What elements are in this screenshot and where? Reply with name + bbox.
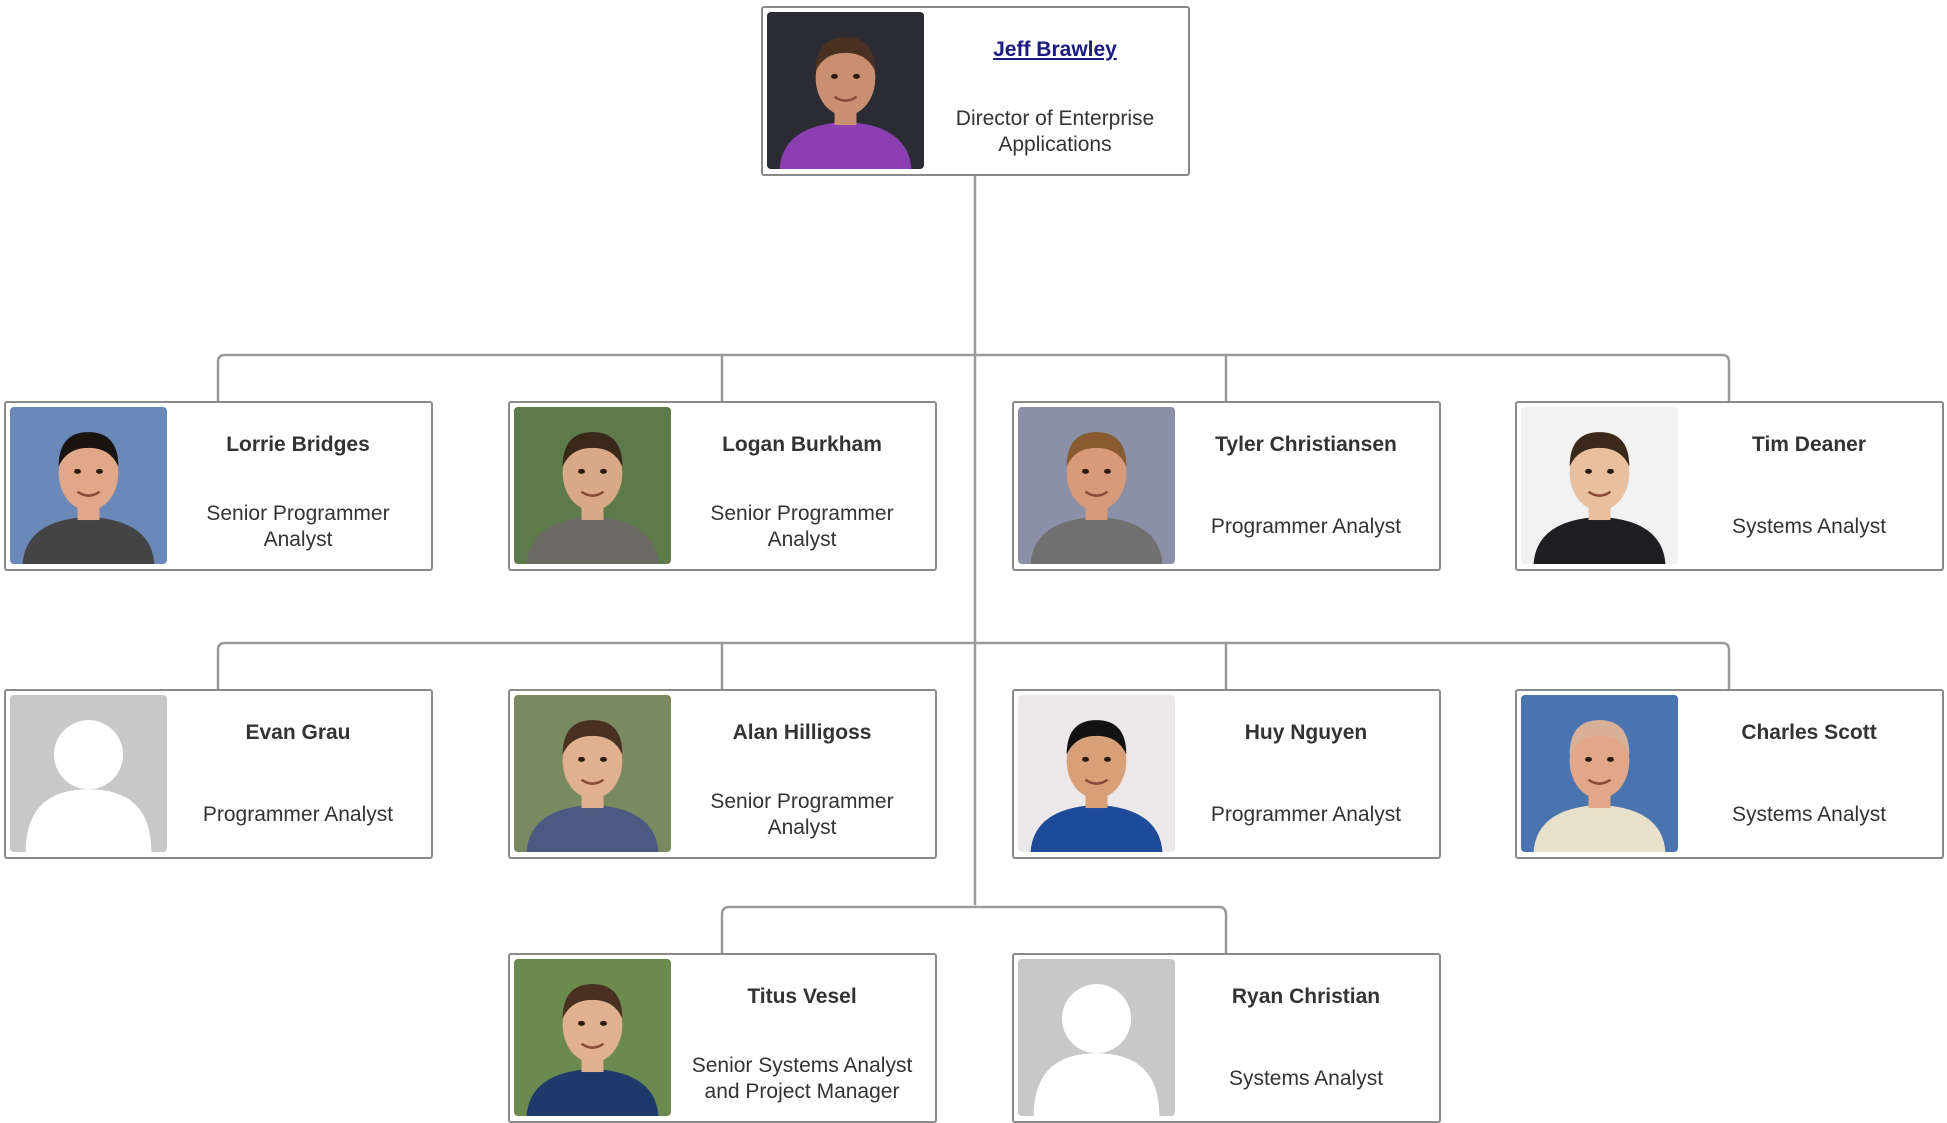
org-card-ryan-christian[interactable]: Ryan Christian Systems Analyst: [1012, 953, 1441, 1123]
portrait-icon: [1521, 407, 1678, 564]
person-name: Titus Vesel: [747, 985, 857, 1008]
profile-photo: [1018, 959, 1175, 1116]
person-name: Evan Grau: [245, 721, 351, 744]
org-card-titus-vesel[interactable]: Titus Vesel Senior Systems Analyst and P…: [508, 953, 937, 1123]
job-title: Programmer Analyst: [1210, 515, 1402, 538]
person-name: Tim Deaner: [1752, 433, 1866, 456]
profile-photo: [10, 407, 167, 564]
org-card-lorrie-bridges[interactable]: Lorrie Bridges Senior Programmer Analyst: [4, 401, 433, 571]
placeholder-avatar-icon: [1018, 959, 1175, 1116]
org-card-alan-hilligoss[interactable]: Alan Hilligoss Senior Programmer Analyst: [508, 689, 937, 859]
profile-photo: [767, 12, 924, 169]
portrait-icon: [1018, 407, 1175, 564]
job-title: Director of Enterprise Applications: [955, 107, 1155, 156]
job-title: Systems Analyst: [1228, 1067, 1384, 1090]
person-name: Tyler Christiansen: [1215, 433, 1397, 456]
job-title: Senior Programmer Analyst: [710, 502, 894, 551]
portrait-icon: [10, 407, 167, 564]
job-title: Programmer Analyst: [202, 803, 394, 826]
org-card-logan-burkham[interactable]: Logan Burkham Senior Programmer Analyst: [508, 401, 937, 571]
placeholder-avatar-icon: [10, 695, 167, 852]
profile-photo: [1018, 695, 1175, 852]
profile-photo: [1521, 407, 1678, 564]
portrait-icon: [767, 12, 924, 169]
job-title: Senior Systems Analyst and Project Manag…: [691, 1054, 913, 1103]
person-name: Alan Hilligoss: [732, 721, 872, 744]
name-link[interactable]: Jeff Brawley: [928, 38, 1182, 62]
person-name: Logan Burkham: [722, 433, 882, 456]
person-name: Lorrie Bridges: [226, 433, 370, 456]
profile-photo: [1521, 695, 1678, 852]
job-title: Systems Analyst: [1731, 803, 1887, 826]
job-title: Senior Programmer Analyst: [710, 790, 894, 839]
job-title: Senior Programmer Analyst: [206, 502, 390, 551]
org-card-evan-grau[interactable]: Evan Grau Programmer Analyst: [4, 689, 433, 859]
org-card-jeff-brawley[interactable]: Jeff Brawley Director of Enterprise Appl…: [761, 6, 1190, 176]
job-title: Systems Analyst: [1731, 515, 1887, 538]
profile-photo: [514, 407, 671, 564]
person-name: Huy Nguyen: [1244, 721, 1368, 744]
portrait-icon: [514, 407, 671, 564]
profile-photo: [514, 695, 671, 852]
person-name: Ryan Christian: [1231, 985, 1381, 1008]
job-title: Programmer Analyst: [1210, 803, 1402, 826]
portrait-icon: [514, 695, 671, 852]
portrait-icon: [514, 959, 671, 1116]
org-card-huy-nguyen[interactable]: Huy Nguyen Programmer Analyst: [1012, 689, 1441, 859]
profile-photo: [10, 695, 167, 852]
portrait-icon: [1521, 695, 1678, 852]
org-card-charles-scott[interactable]: Charles Scott Systems Analyst: [1515, 689, 1944, 859]
org-card-tim-deaner[interactable]: Tim Deaner Systems Analyst: [1515, 401, 1944, 571]
org-card-tyler-christiansen[interactable]: Tyler Christiansen Programmer Analyst: [1012, 401, 1441, 571]
profile-photo: [1018, 407, 1175, 564]
portrait-icon: [1018, 695, 1175, 852]
person-name: Charles Scott: [1741, 721, 1877, 744]
profile-photo: [514, 959, 671, 1116]
